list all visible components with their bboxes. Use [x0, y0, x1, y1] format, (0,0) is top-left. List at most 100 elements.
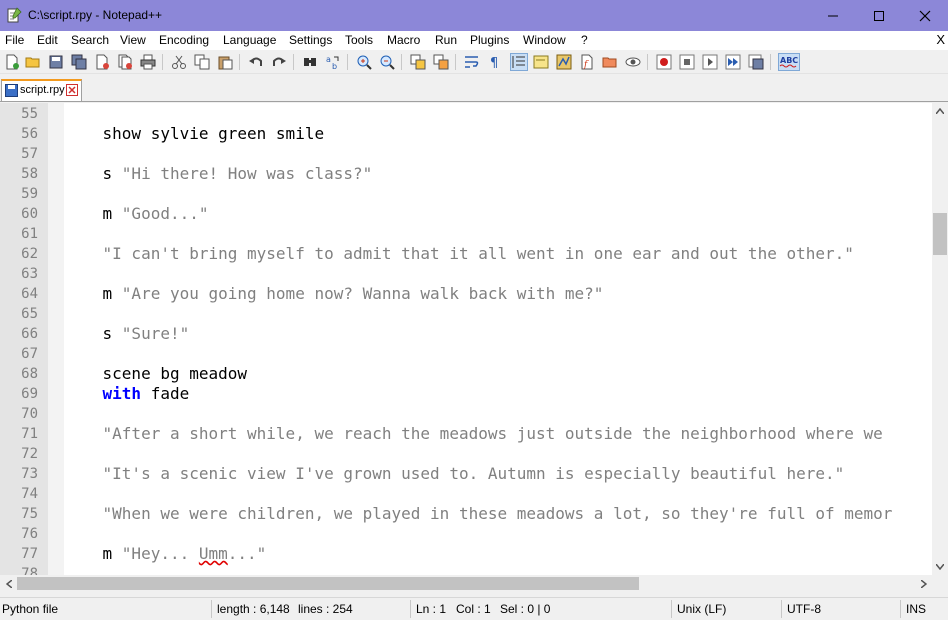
- zoom-out-icon[interactable]: [378, 53, 396, 71]
- scroll-left-arrow-icon[interactable]: [0, 575, 17, 592]
- line-number: 72: [21, 446, 38, 462]
- find-icon[interactable]: [301, 53, 319, 71]
- code-token: scene bg meadow: [64, 364, 248, 383]
- spell-check-icon[interactable]: ABC: [778, 53, 800, 71]
- menu-settings[interactable]: Settings: [289, 33, 332, 47]
- menu-edit[interactable]: Edit: [37, 33, 58, 47]
- line-number: 78: [21, 566, 38, 575]
- code-line[interactable]: "After a short while, we reach the meado…: [64, 424, 932, 444]
- code-line[interactable]: s "Sure!": [64, 324, 932, 344]
- line-number: 66: [21, 326, 38, 342]
- menu-encoding[interactable]: Encoding: [159, 33, 209, 47]
- replace-icon[interactable]: ab: [324, 53, 342, 71]
- function-list-icon[interactable]: f: [578, 53, 596, 71]
- tab-close-icon[interactable]: [66, 84, 78, 99]
- code-line[interactable]: [64, 524, 932, 544]
- code-line[interactable]: [64, 564, 932, 575]
- record-macro-icon[interactable]: [655, 53, 673, 71]
- code-line[interactable]: [64, 104, 932, 124]
- menu-search[interactable]: Search: [71, 33, 109, 47]
- paste-icon[interactable]: [216, 53, 234, 71]
- code-line[interactable]: "I can't bring myself to admit that it a…: [64, 244, 932, 264]
- code-line[interactable]: [64, 484, 932, 504]
- code-line[interactable]: [64, 264, 932, 284]
- run-macro-multiple-icon[interactable]: [724, 53, 742, 71]
- save-macro-icon[interactable]: [747, 53, 765, 71]
- new-file-icon[interactable]: [3, 53, 21, 71]
- code-line[interactable]: [64, 184, 932, 204]
- print-icon[interactable]: [139, 53, 157, 71]
- menu-macro[interactable]: Macro: [387, 33, 420, 47]
- word-wrap-icon[interactable]: [463, 53, 481, 71]
- minimize-button[interactable]: [810, 0, 856, 31]
- scroll-down-arrow-icon[interactable]: [932, 559, 948, 575]
- menu-tools[interactable]: Tools: [345, 33, 373, 47]
- sync-vertical-icon[interactable]: [409, 53, 427, 71]
- menu-help[interactable]: ?: [581, 33, 588, 47]
- code-line[interactable]: "When we were children, we played in the…: [64, 504, 932, 524]
- scroll-right-arrow-icon[interactable]: [915, 575, 932, 592]
- stop-macro-icon[interactable]: [678, 53, 696, 71]
- zoom-in-icon[interactable]: [355, 53, 373, 71]
- undo-icon[interactable]: [247, 53, 265, 71]
- maximize-button[interactable]: [856, 0, 902, 31]
- scroll-up-arrow-icon[interactable]: [932, 103, 948, 119]
- cut-icon[interactable]: [170, 53, 188, 71]
- monitoring-eye-icon[interactable]: [624, 53, 642, 71]
- code-line[interactable]: [64, 144, 932, 164]
- code-line[interactable]: [64, 444, 932, 464]
- code-line[interactable]: s "Hi there! How was class?": [64, 164, 932, 184]
- code-line[interactable]: scene bg meadow: [64, 364, 932, 384]
- tab-label: script.rpy: [20, 84, 65, 96]
- code-line[interactable]: [64, 344, 932, 364]
- code-token: "Good...": [121, 204, 209, 223]
- vertical-scroll-thumb[interactable]: [933, 213, 947, 255]
- folder-as-workspace-icon[interactable]: [601, 53, 619, 71]
- menu-language[interactable]: Language: [223, 33, 276, 47]
- code-line[interactable]: with fade: [64, 384, 932, 404]
- line-number: 57: [21, 146, 38, 162]
- show-all-characters-icon[interactable]: ¶: [486, 53, 504, 71]
- code-line[interactable]: "It's a scenic view I've grown used to. …: [64, 464, 932, 484]
- code-line[interactable]: show sylvie green smile: [64, 124, 932, 144]
- code-line[interactable]: m "Hey... Umm...": [64, 544, 932, 564]
- code-line[interactable]: [64, 224, 932, 244]
- redo-icon[interactable]: [270, 53, 288, 71]
- horizontal-scrollbar[interactable]: [0, 575, 932, 592]
- text-area[interactable]: show sylvie green smile s "Hi there! How…: [64, 103, 932, 575]
- notepad-plus-plus-icon: [6, 7, 22, 23]
- play-macro-icon[interactable]: [701, 53, 719, 71]
- save-all-icon[interactable]: [70, 53, 88, 71]
- code-token: "Hey...: [121, 544, 199, 563]
- close-file-icon[interactable]: [93, 53, 111, 71]
- menu-window[interactable]: Window: [523, 33, 566, 47]
- tab-script-rpy[interactable]: script.rpy: [1, 79, 82, 101]
- code-line[interactable]: m "Are you going home now? Wanna walk ba…: [64, 284, 932, 304]
- menu-plugins[interactable]: Plugins: [470, 33, 509, 47]
- close-window-button[interactable]: [902, 0, 948, 31]
- open-file-icon[interactable]: [24, 53, 42, 71]
- menu-run[interactable]: Run: [435, 33, 457, 47]
- horizontal-scroll-thumb[interactable]: [17, 577, 639, 590]
- menu-view[interactable]: View: [120, 33, 146, 47]
- menu-bar: File Edit Search View Encoding Language …: [0, 31, 948, 50]
- code-token: m: [64, 284, 122, 303]
- vertical-scrollbar[interactable]: [932, 103, 948, 575]
- code-line[interactable]: m "Good...": [64, 204, 932, 224]
- indent-guide-icon[interactable]: [510, 53, 528, 71]
- svg-text:b: b: [332, 62, 337, 70]
- line-number: 58: [21, 166, 38, 182]
- close-document-button[interactable]: X: [936, 32, 945, 47]
- code-line[interactable]: [64, 304, 932, 324]
- copy-icon[interactable]: [193, 53, 211, 71]
- code-line[interactable]: [64, 404, 932, 424]
- sync-horizontal-icon[interactable]: [432, 53, 450, 71]
- document-map-icon[interactable]: [555, 53, 573, 71]
- code-token: Umm: [198, 544, 228, 563]
- menu-file[interactable]: File: [5, 33, 24, 47]
- close-all-icon[interactable]: [116, 53, 134, 71]
- user-defined-language-icon[interactable]: [532, 53, 550, 71]
- save-icon[interactable]: [47, 53, 65, 71]
- editor[interactable]: 55 56 57 58 59 60 61 62 63 64 65 66 67 68 69 70 71 72 73 74…: [0, 103, 948, 575]
